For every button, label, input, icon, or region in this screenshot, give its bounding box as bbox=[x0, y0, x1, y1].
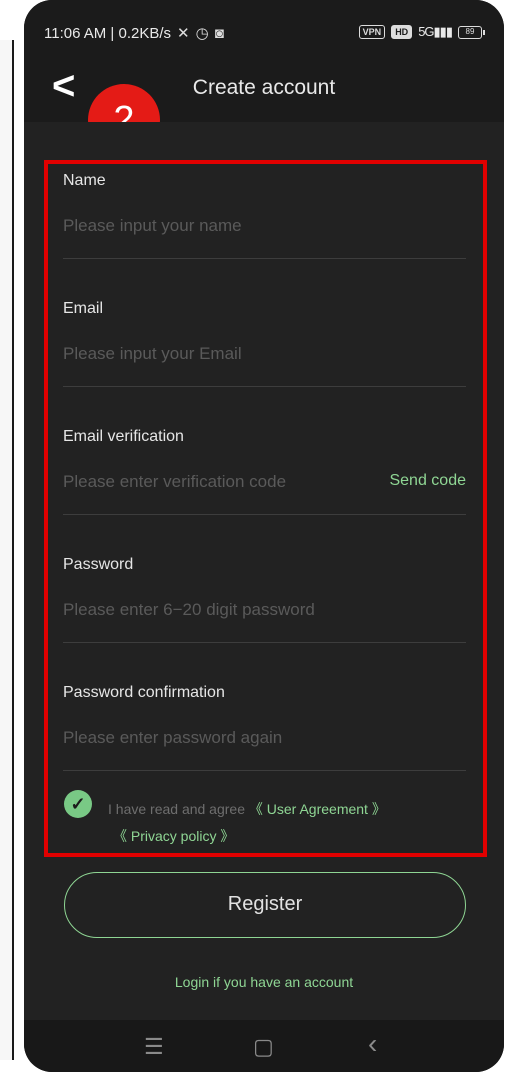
signal-icon: 5G▮▮▮ bbox=[418, 24, 453, 39]
status-bar: 11:06 AM | 0.2KB/s ✕ ◷ ◙ VPN HD 5G▮▮▮ 89 bbox=[24, 0, 504, 62]
register-button[interactable]: Register bbox=[64, 872, 466, 938]
vpn-icon: VPN bbox=[358, 25, 386, 39]
status-left: 11:06 AM | 0.2KB/s ✕ ◷ ◙ bbox=[44, 24, 224, 43]
time-network-text: 11:06 AM | 0.2KB/s bbox=[44, 24, 172, 42]
home-icon[interactable]: ▢ bbox=[253, 1034, 274, 1060]
menu-icon[interactable]: ☰ bbox=[144, 1034, 164, 1060]
app-notification-icon: ◙ bbox=[214, 24, 224, 42]
mute-icon: ✕ bbox=[177, 25, 190, 42]
nav-back-icon[interactable]: ‹ bbox=[368, 1028, 377, 1060]
hd-icon: HD bbox=[391, 25, 413, 39]
login-link[interactable]: Login if you have an account bbox=[24, 974, 504, 990]
battery-icon: 89 bbox=[458, 25, 485, 39]
system-nav-bar: ☰ ▢ ‹ bbox=[24, 1020, 504, 1072]
status-right: VPN HD 5G▮▮▮ 89 bbox=[358, 24, 485, 40]
highlight-frame bbox=[44, 160, 487, 857]
alarm-icon: ◷ bbox=[195, 25, 209, 42]
signal-label: 5G bbox=[418, 24, 434, 39]
app-header: < Create account 2 bbox=[24, 62, 504, 156]
left-side-strip bbox=[0, 40, 14, 1060]
